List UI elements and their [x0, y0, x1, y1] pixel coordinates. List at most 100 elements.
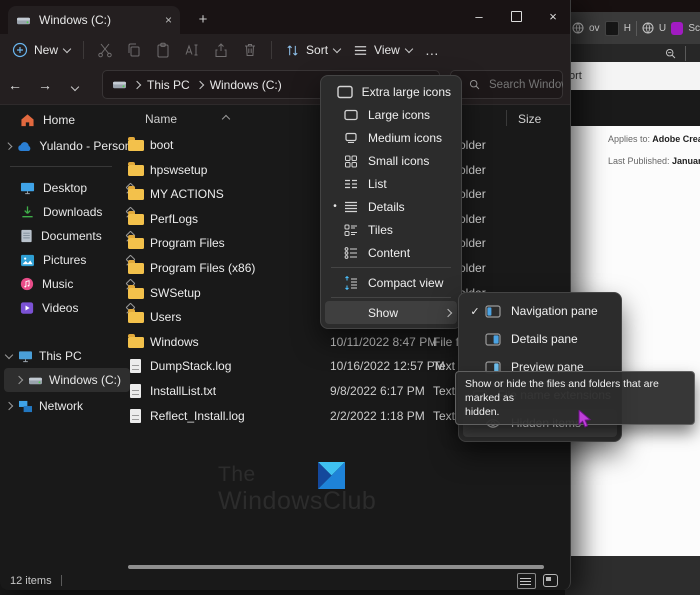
sidebar-item-pictures[interactable]: Pictures: [0, 248, 142, 272]
file-icon: [130, 409, 141, 423]
menu-item-show[interactable]: Show: [325, 301, 457, 324]
sort-label: Sort: [306, 43, 329, 57]
sidebar-item-videos[interactable]: Videos: [0, 296, 142, 320]
browser-tab-title[interactable]: H: [624, 23, 631, 34]
browser-tab-title[interactable]: Sc: [688, 23, 700, 34]
folder-icon: [128, 185, 144, 200]
toolbar-divider: [271, 41, 273, 59]
list-icon: [343, 176, 359, 192]
recent-locations-button[interactable]: [60, 77, 90, 93]
view-lines-icon: [354, 45, 367, 55]
drive-icon: [112, 78, 127, 91]
chevron-down-icon: [4, 350, 14, 359]
cut-button[interactable]: [97, 42, 113, 58]
sidebar-item-desktop[interactable]: Desktop: [0, 176, 142, 200]
desktop-strip: [565, 0, 700, 12]
menu-item-details[interactable]: • Details: [325, 195, 457, 218]
browser-tab-title[interactable]: U: [659, 23, 666, 34]
new-button[interactable]: New: [12, 42, 72, 58]
menu-item-extra-large-icons[interactable]: Extra large icons: [325, 80, 457, 103]
network-icon: [18, 400, 33, 413]
tab-title: Windows (C:): [39, 13, 112, 27]
menu-item-list[interactable]: List: [325, 172, 457, 195]
view-menu: Extra large icons Large icons Medium ico…: [320, 75, 462, 329]
maximize-button[interactable]: [501, 4, 531, 28]
applies-line: Applies to: Adobe Creative Clo: [608, 134, 700, 144]
menu-item-large-icons[interactable]: Large icons: [325, 103, 457, 126]
sidebar-item-windows-c[interactable]: Windows (C:): [4, 368, 130, 392]
address-bar: ← → ↑ This PC Windows (C:): [0, 66, 570, 104]
status-bar: 12 items: [0, 571, 570, 590]
tiles-icon: [343, 222, 359, 238]
tooltip-line-1: Show or hide the files and folders that …: [465, 378, 659, 404]
column-header-size[interactable]: Size: [518, 112, 541, 126]
details-pane-icon: [485, 332, 501, 347]
submenu-item-details-pane[interactable]: Details pane: [463, 325, 617, 353]
search-box[interactable]: [450, 70, 565, 99]
menu-item-content[interactable]: Content: [325, 241, 457, 264]
chevron-down-icon: [70, 82, 80, 92]
forward-button[interactable]: →: [30, 77, 60, 93]
back-button[interactable]: ←: [0, 77, 30, 93]
zoom-out-icon[interactable]: [664, 47, 677, 60]
folder-icon: [128, 234, 144, 249]
minimize-button[interactable]: –: [464, 4, 494, 28]
checkmark-icon: ✓: [470, 305, 480, 318]
folder-icon: [128, 210, 144, 225]
breadcrumb-this-pc[interactable]: This PC: [147, 78, 190, 92]
folder-icon: [128, 308, 144, 323]
menu-divider: [331, 267, 451, 268]
menu-item-compact-view[interactable]: Compact view: [325, 271, 457, 294]
sidebar-item-downloads[interactable]: Downloads: [0, 200, 142, 224]
paste-button[interactable]: [155, 42, 171, 58]
copy-button[interactable]: [126, 42, 142, 58]
tab-close-icon[interactable]: ×: [165, 13, 172, 27]
screen: ov H U Sc ort Applies to: Adobe Creative…: [0, 0, 700, 595]
view-button[interactable]: View: [353, 43, 414, 58]
submenu-item-navigation-pane[interactable]: ✓ Navigation pane: [463, 297, 617, 325]
submenu-chevron-icon: [443, 308, 453, 317]
toolbar-divider: [685, 45, 686, 61]
sidebar-divider: [10, 166, 112, 167]
drive-icon: [28, 374, 43, 387]
close-button[interactable]: ×: [538, 4, 568, 28]
folder-icon: [128, 161, 144, 176]
column-divider[interactable]: [506, 110, 507, 126]
details-view-toggle[interactable]: [517, 573, 536, 589]
maximize-icon: [510, 10, 522, 22]
thumbnail-view-toggle[interactable]: [543, 574, 558, 587]
sidebar-item-music[interactable]: Music: [0, 272, 142, 296]
breadcrumb-windows-c[interactable]: Windows (C:): [210, 78, 282, 92]
windowsclub-logo: [318, 462, 345, 489]
folder-icon: [128, 333, 144, 348]
sidebar-item-network[interactable]: Network: [0, 394, 128, 418]
menu-item-tiles[interactable]: Tiles: [325, 218, 457, 241]
sidebar-item-home[interactable]: Home: [0, 108, 142, 132]
tooltip: Show or hide the files and folders that …: [455, 371, 695, 425]
explorer-tab[interactable]: Windows (C:) ×: [8, 6, 180, 34]
browser-tabstrip[interactable]: ov H U Sc: [565, 12, 700, 44]
sidebar-item-documents[interactable]: Documents: [0, 224, 142, 248]
navigation-pane-icon: [485, 304, 501, 319]
horizontal-scrollbar[interactable]: [128, 565, 544, 569]
page-heading-fragment: ort: [565, 62, 700, 90]
more-options-button[interactable]: …: [425, 43, 440, 57]
menu-item-medium-icons[interactable]: Medium icons: [325, 126, 457, 149]
chevron-right-icon: [132, 80, 142, 89]
column-header-name[interactable]: Name: [145, 112, 177, 126]
sidebar-item-this-pc[interactable]: This PC: [0, 344, 128, 368]
rename-button[interactable]: [184, 42, 200, 58]
file-icon: [130, 359, 141, 373]
browser-tab-title[interactable]: ov: [589, 23, 600, 34]
delete-button[interactable]: [242, 42, 258, 58]
menu-item-small-icons[interactable]: Small icons: [325, 149, 457, 172]
share-button[interactable]: [213, 42, 229, 58]
search-input[interactable]: [487, 77, 565, 92]
sidebar-item-onedrive[interactable]: Yulando - Personal: [0, 134, 128, 158]
sort-button[interactable]: Sort: [285, 43, 342, 58]
toolbar-divider: [83, 41, 85, 59]
command-toolbar: New Sort View …: [0, 34, 570, 66]
new-tab-button[interactable]: +: [192, 8, 214, 30]
music-icon: [20, 277, 34, 291]
compact-view-icon: [343, 275, 359, 291]
